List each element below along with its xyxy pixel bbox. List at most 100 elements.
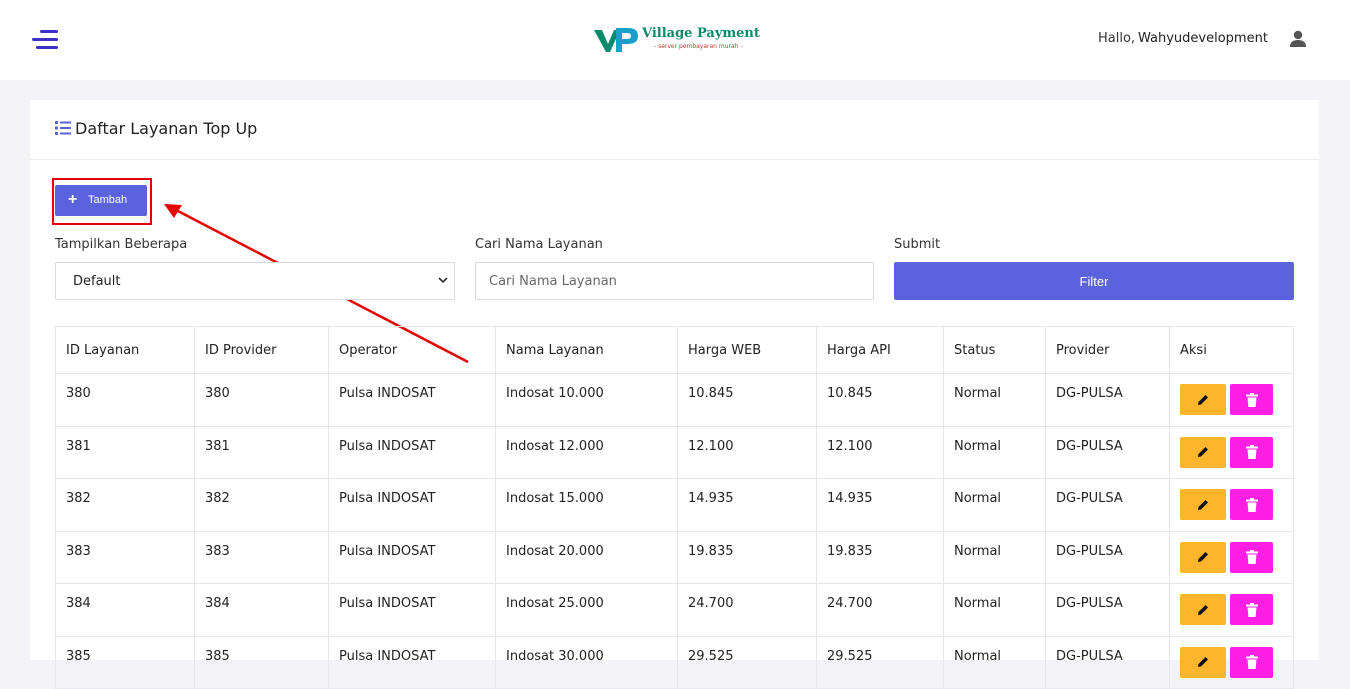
greeting-text: Hallo, [1098, 31, 1136, 46]
show-count-select[interactable]: Default [55, 262, 455, 300]
edit-button[interactable] [1180, 436, 1226, 468]
table-row: 384 384 Pulsa INDOSAT Indosat 25.000 24.700 2… [55, 583, 1294, 637]
cell-harga-web: 29.525 [677, 635, 817, 689]
col-harga-web: Harga WEB [677, 326, 817, 374]
cell-status: Normal [943, 530, 1046, 584]
cell-aksi [1169, 635, 1294, 689]
username-text[interactable]: Wahyudevelopment [1138, 31, 1268, 46]
cell-harga-api: 10.845 [816, 373, 944, 427]
cell-nama-layanan: Indosat 20.000 [495, 530, 678, 584]
cell-harga-api: 19.835 [816, 530, 944, 584]
cell-id-layanan: 381 [55, 425, 195, 479]
submit-label: Submit [894, 237, 941, 252]
cell-id-layanan: 385 [55, 635, 195, 689]
trash-icon [1245, 445, 1258, 459]
pencil-icon [1198, 394, 1208, 405]
cell-operator: Pulsa INDOSAT [328, 530, 496, 584]
edit-button[interactable] [1180, 384, 1226, 415]
cell-id-provider: 384 [194, 583, 329, 637]
pencil-icon [1198, 657, 1208, 667]
cell-aksi [1169, 530, 1294, 584]
cell-status: Normal [943, 583, 1046, 637]
list-icon [55, 121, 71, 135]
edit-button[interactable] [1180, 489, 1226, 520]
trash-icon [1245, 550, 1258, 564]
cell-provider: DG-PULSA [1045, 478, 1170, 532]
delete-button[interactable] [1230, 646, 1273, 678]
cell-provider: DG-PULSA [1045, 425, 1170, 479]
delete-button[interactable] [1230, 384, 1273, 415]
delete-button[interactable] [1230, 594, 1273, 625]
cell-nama-layanan: Indosat 10.000 [495, 373, 678, 427]
edit-button[interactable] [1180, 594, 1226, 625]
cell-nama-layanan: Indosat 12.000 [495, 425, 678, 479]
user-icon[interactable] [1289, 30, 1307, 48]
add-button-label: Tambah [88, 194, 128, 206]
trash-icon [1245, 497, 1258, 512]
card-header: Daftar Layanan Top Up [30, 100, 1319, 160]
cell-id-provider: 381 [194, 425, 329, 479]
cell-operator: Pulsa INDOSAT [328, 373, 496, 427]
cell-provider: DG-PULSA [1045, 635, 1170, 689]
chevron-down-icon [438, 277, 448, 284]
search-input[interactable] [475, 262, 874, 300]
delete-button[interactable] [1230, 489, 1273, 520]
filter-button[interactable]: Filter [894, 262, 1294, 300]
col-provider: Provider [1045, 326, 1170, 374]
col-harga-api: Harga API [816, 326, 944, 374]
cell-harga-web: 12.100 [677, 425, 817, 479]
cell-provider: DG-PULSA [1045, 583, 1170, 637]
cell-harga-web: 24.700 [677, 583, 817, 637]
col-status: Status [943, 326, 1046, 374]
service-list-card: Daftar Layanan Top Up + Tambah Tampilkan… [30, 100, 1319, 689]
cell-provider: DG-PULSA [1045, 373, 1170, 427]
cell-aksi [1169, 583, 1294, 637]
table-row: 380 380 Pulsa INDOSAT Indosat 10.000 10.845 1… [55, 373, 1294, 427]
col-id-provider: ID Provider [194, 326, 329, 374]
add-service-button[interactable]: + Tambah [55, 185, 147, 216]
trash-icon [1245, 392, 1258, 407]
delete-button[interactable] [1230, 436, 1273, 468]
logo-text: Village Payment [642, 26, 760, 41]
trash-icon [1245, 602, 1258, 617]
cell-status: Normal [943, 478, 1046, 532]
pencil-icon [1198, 447, 1208, 457]
edit-button[interactable] [1180, 646, 1226, 678]
cell-harga-web: 10.845 [677, 373, 817, 427]
cell-operator: Pulsa INDOSAT [328, 635, 496, 689]
cell-harga-api: 14.935 [816, 478, 944, 532]
menu-toggle-icon[interactable] [30, 30, 58, 50]
cell-aksi [1169, 478, 1294, 532]
col-operator: Operator [328, 326, 496, 374]
logo-mark-icon [594, 28, 638, 52]
cell-harga-api: 12.100 [816, 425, 944, 479]
col-nama-layanan: Nama Layanan [495, 326, 678, 374]
cell-harga-api: 24.700 [816, 583, 944, 637]
trash-icon [1245, 655, 1258, 669]
page-title: Daftar Layanan Top Up [75, 119, 258, 138]
delete-button[interactable] [1230, 541, 1273, 573]
table-row: 382 382 Pulsa INDOSAT Indosat 15.000 14.935 1… [55, 478, 1294, 532]
services-table: ID Layanan ID Provider Operator Nama Lay… [55, 326, 1294, 689]
show-count-value: Default [73, 274, 121, 289]
cell-id-layanan: 383 [55, 530, 195, 584]
cell-nama-layanan: Indosat 15.000 [495, 478, 678, 532]
cell-harga-web: 19.835 [677, 530, 817, 584]
col-id-layanan: ID Layanan [55, 326, 195, 374]
cell-nama-layanan: Indosat 30.000 [495, 635, 678, 689]
brand-logo[interactable]: Village Payment - server pembayaran mura… [592, 24, 762, 56]
cell-harga-web: 14.935 [677, 478, 817, 532]
table-row: 385 385 Pulsa INDOSAT Indosat 30.000 29.525 2… [55, 635, 1294, 689]
cell-status: Normal [943, 373, 1046, 427]
pencil-icon [1198, 552, 1208, 562]
table-row: 383 383 Pulsa INDOSAT Indosat 20.000 19.835 1… [55, 530, 1294, 584]
cell-harga-api: 29.525 [816, 635, 944, 689]
cell-aksi [1169, 373, 1294, 427]
top-navbar: Village Payment - server pembayaran mura… [0, 0, 1350, 80]
cell-operator: Pulsa INDOSAT [328, 583, 496, 637]
edit-button[interactable] [1180, 541, 1226, 573]
table-header-row: ID Layanan ID Provider Operator Nama Lay… [55, 326, 1294, 374]
plus-icon: + [68, 191, 78, 208]
cell-id-provider: 385 [194, 635, 329, 689]
cell-status: Normal [943, 425, 1046, 479]
